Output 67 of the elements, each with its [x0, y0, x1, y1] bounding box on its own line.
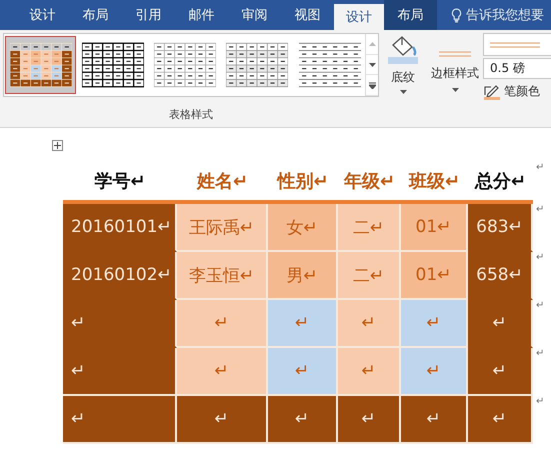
ribbon-tab[interactable]: 布局: [384, 0, 437, 30]
table-cell: ↵: [177, 300, 268, 348]
table-move-handle-icon[interactable]: [52, 140, 63, 151]
table-cell: 683↵: [468, 204, 533, 252]
tell-me-field[interactable]: 告诉我您想要: [466, 6, 544, 24]
paint-bucket-icon: [387, 35, 419, 65]
line-weight-dropdown[interactable]: 0.5 磅: [483, 58, 551, 79]
table-cell: ↵: [401, 300, 468, 348]
paragraph-mark: ↵: [536, 252, 544, 263]
table-cell: ↵: [468, 348, 533, 396]
border-line-icon: [439, 49, 471, 59]
ribbon-tab[interactable]: 视图: [281, 0, 334, 30]
pen-icon: [483, 84, 501, 100]
table-style-thumbnail[interactable]: [5, 36, 76, 94]
table-cell: ↵: [338, 396, 401, 444]
caret-icon: [452, 88, 458, 92]
pen-color-button[interactable]: 笔颜色: [504, 83, 540, 100]
table-cell: 01↵: [401, 252, 468, 300]
table-cell: ↵: [338, 348, 401, 396]
table-cell: 女↵: [268, 204, 338, 252]
table-cell: 01↵: [401, 204, 468, 252]
ribbon-tab[interactable]: 引用: [122, 0, 175, 30]
ribbon-tab[interactable]: 布局: [69, 0, 122, 30]
table-cell: ↵: [268, 396, 338, 444]
table-cell: ↵: [468, 396, 533, 444]
paragraph-mark: ↵: [536, 300, 544, 311]
table-cell: ↵: [63, 300, 177, 348]
table-cell: 王际禹↵: [177, 204, 268, 252]
table-cell: ↵: [268, 300, 338, 348]
ribbon-tab[interactable]: 审阅: [228, 0, 281, 30]
shading-button[interactable]: 底纹: [387, 33, 419, 94]
paragraph-mark: ↵: [536, 162, 544, 173]
table-cell: ↵: [268, 348, 338, 396]
table-cell: 二↵: [338, 204, 401, 252]
ribbon-tab[interactable]: 设计: [16, 0, 69, 30]
table-cell: ↵: [63, 396, 177, 444]
paragraph-mark: ↵: [536, 396, 544, 407]
table-cell: ↵: [177, 396, 268, 444]
table-cell: 20160102↵: [63, 252, 177, 300]
table-cell: ↵: [401, 348, 468, 396]
group-label: 表格样式: [168, 107, 214, 122]
header-cell-text: 姓名↵: [196, 170, 250, 194]
table-cell: ↵: [401, 396, 468, 444]
table-cell: 男↵: [268, 252, 338, 300]
table-cell: 二↵: [338, 252, 401, 300]
header-cell-text: 年级↵: [342, 170, 396, 194]
down-arrow-icon: [368, 62, 376, 66]
table-cell: ↵: [63, 348, 177, 396]
table-cell: 658↵: [468, 252, 533, 300]
border-styles-button[interactable]: 边框样式: [431, 33, 479, 92]
caret-icon: [400, 90, 406, 94]
table-cell: ↵: [338, 300, 401, 348]
table-cell: 李玉恒↵: [177, 252, 268, 300]
paragraph-mark: ↵: [536, 348, 544, 359]
table-cell: ↵: [177, 348, 268, 396]
header-cell-text: 总分↵: [474, 170, 528, 194]
ribbon-tab[interactable]: 邮件: [175, 0, 228, 30]
header-cell-text: 学号↵: [93, 170, 147, 194]
up-arrow-icon: [368, 42, 376, 46]
paragraph-mark: ↵: [536, 204, 544, 215]
header-cell-text: 班级↵: [408, 170, 462, 194]
expand-gallery-icon: [368, 82, 376, 89]
lightbulb-icon: [451, 8, 462, 22]
ribbon-tab[interactable]: 设计: [334, 4, 384, 30]
header-cell-text: 性别↵: [276, 170, 330, 194]
table-cell: ↵: [468, 300, 533, 348]
table-cell: 20160101↵: [63, 204, 177, 252]
